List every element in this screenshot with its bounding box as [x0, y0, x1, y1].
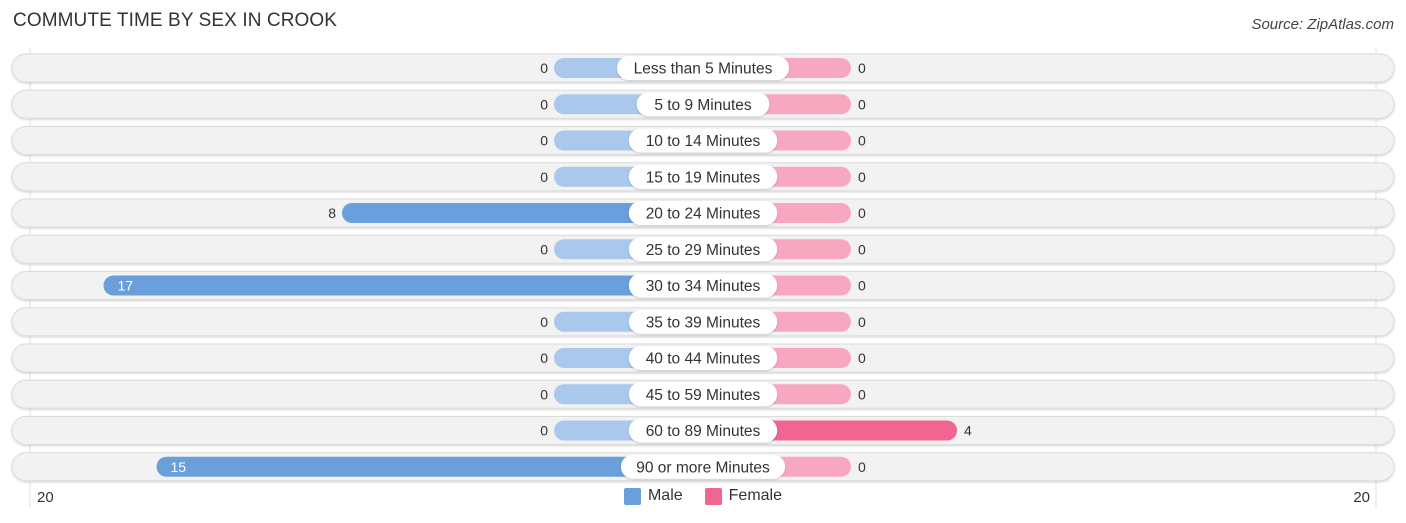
- legend-swatch-male: [623, 487, 641, 505]
- value-label-female: 0: [858, 241, 866, 257]
- value-label-female: 0: [858, 169, 866, 185]
- legend-label-male: Male: [647, 487, 683, 504]
- value-label-male: 0: [540, 96, 548, 112]
- legend-item-female: Female: [704, 487, 783, 505]
- category-label: 30 to 34 Minutes: [646, 278, 761, 295]
- category-label: 10 to 14 Minutes: [646, 133, 761, 150]
- value-label-female: 0: [858, 96, 866, 112]
- value-label-female: 0: [858, 350, 866, 366]
- category-label: 45 to 59 Minutes: [646, 387, 761, 404]
- legend-swatch-female: [704, 487, 722, 505]
- value-label-female: 0: [858, 386, 866, 402]
- value-label-female: 0: [858, 278, 866, 294]
- value-label-male: 0: [540, 60, 548, 76]
- value-label-female: 0: [858, 205, 866, 221]
- value-label-female: 0: [858, 133, 866, 149]
- value-label-male: 15: [171, 459, 187, 475]
- value-label-male: 0: [540, 423, 548, 439]
- value-label-female: 0: [858, 459, 866, 475]
- value-label-male: 0: [540, 314, 548, 330]
- category-label: 25 to 29 Minutes: [646, 242, 761, 259]
- value-label-male: 0: [540, 169, 548, 185]
- value-label-male: 0: [540, 241, 548, 257]
- category-label: 90 or more Minutes: [636, 459, 770, 476]
- category-label: Less than 5 Minutes: [634, 61, 773, 78]
- bar-male: [103, 275, 703, 296]
- value-label-female: 0: [858, 314, 866, 330]
- category-label: 5 to 9 Minutes: [654, 97, 752, 114]
- category-label: 40 to 44 Minutes: [646, 351, 761, 368]
- legend-item-male: Male: [623, 487, 683, 505]
- value-label-male: 17: [118, 278, 134, 294]
- legend-label-female: Female: [728, 487, 783, 504]
- value-label-female: 4: [964, 423, 972, 439]
- value-label-male: 0: [540, 133, 548, 149]
- category-label: 35 to 39 Minutes: [646, 314, 761, 331]
- category-label: 20 to 24 Minutes: [646, 206, 761, 223]
- value-label-male: 0: [540, 386, 548, 402]
- value-label-male: 0: [540, 350, 548, 366]
- legend: Male Female: [0, 487, 1406, 505]
- category-label: 15 to 19 Minutes: [646, 169, 761, 186]
- category-label: 60 to 89 Minutes: [646, 423, 761, 440]
- value-label-female: 0: [858, 60, 866, 76]
- value-label-male: 8: [328, 205, 336, 221]
- chart-canvas: Less than 5 Minutes 0 0 5 to 9 Minutes 0 0 10 …: [11, 48, 1395, 508]
